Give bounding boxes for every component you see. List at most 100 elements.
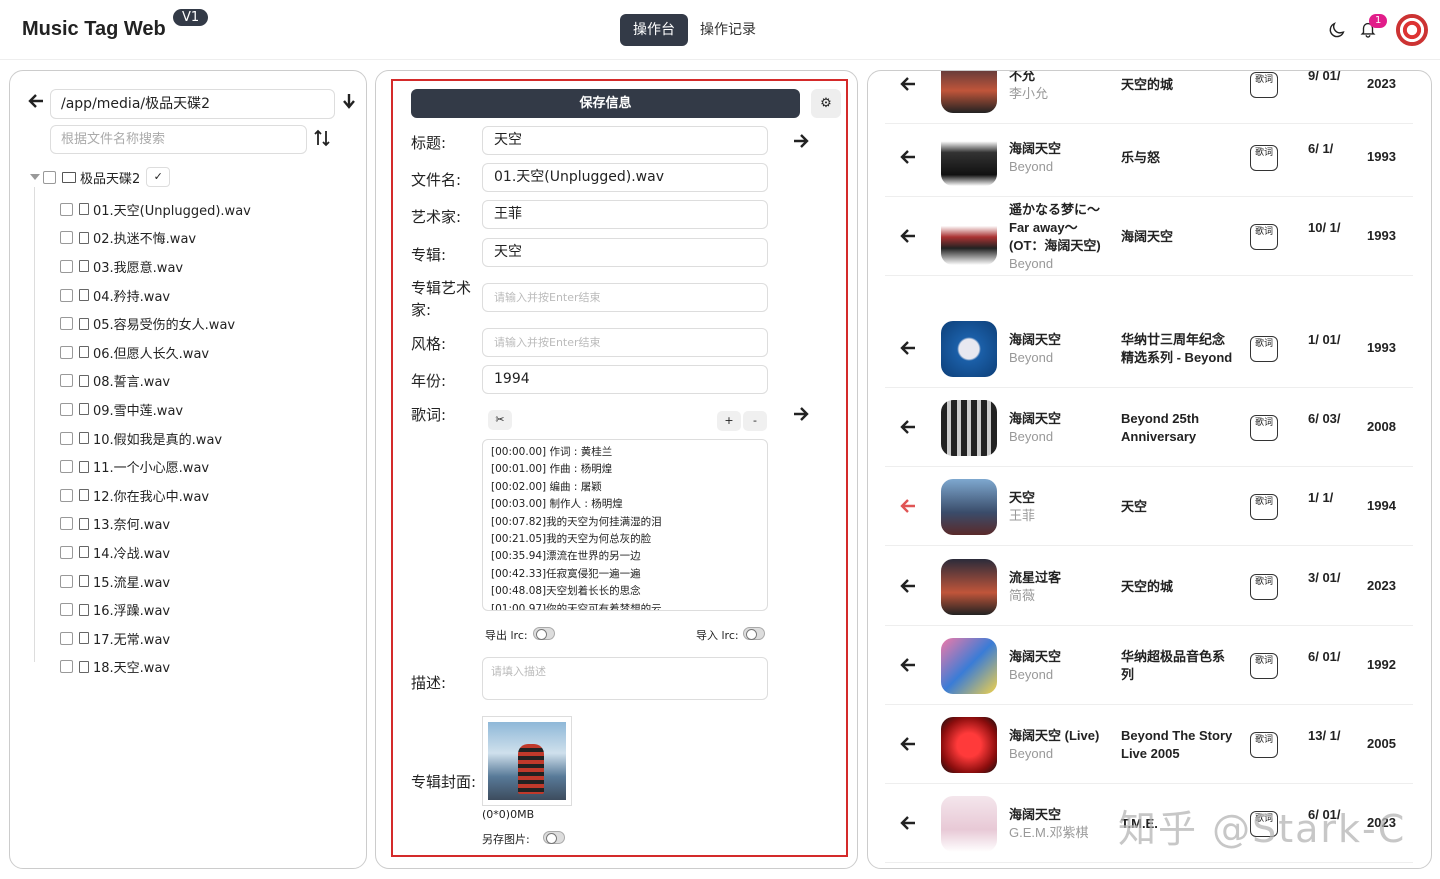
path-input[interactable]: /app/media/极品天碟2 [50,89,335,119]
file-item[interactable]: 02.执迷不悔.wav [60,224,251,253]
gear-icon[interactable]: ⚙ [811,89,841,118]
result-row[interactable]: 天空 王菲 天空 歌词 1/ 1/1994 [885,467,1413,546]
file-item[interactable]: 15.流星.wav [60,567,251,596]
apply-left-arrow-icon[interactable] [900,77,916,91]
file-item[interactable]: 18.天空.wav [60,653,251,682]
apply-left-arrow-icon[interactable] [900,499,916,513]
album-cover[interactable] [482,716,572,806]
lyrics-badge[interactable]: 歌词 [1250,732,1278,758]
file-item[interactable]: 06.但愿人长久.wav [60,338,251,367]
file-item[interactable]: 17.无常.wav [60,624,251,653]
file-item[interactable]: 12.你在我心中.wav [60,481,251,510]
result-row[interactable]: 海阔天空 Beyond 华纳廿三周年纪念精选系列 - Beyond 歌词 1/ 01/1… [885,309,1413,388]
lyrics-badge[interactable]: 歌词 [1250,653,1278,679]
album-artist-field[interactable]: 请输入并按Enter结束 [482,283,768,312]
file-item[interactable]: 13.奈何.wav [60,510,251,539]
apply-left-arrow-icon[interactable] [900,816,916,830]
result-row[interactable]: 遥かなる梦に〜Far away〜(OT：海阔天空) Beyond 海阔天空 歌词 10/… [885,197,1413,276]
file-item[interactable]: 04.矜持.wav [60,281,251,310]
folder-checkbox[interactable] [43,170,56,184]
lyrics-badge[interactable]: 歌词 [1250,494,1278,520]
file-item[interactable]: 14.冷战.wav [60,538,251,567]
sort-icon[interactable] [314,129,330,147]
avatar[interactable] [1396,14,1428,46]
lyrics-badge[interactable]: 歌词 [1250,224,1278,250]
file-item[interactable]: 03.我愿意.wav [60,252,251,281]
lyrics-badge[interactable]: 歌词 [1250,574,1278,600]
lyrics-label: 歌词: [411,406,447,424]
file-checkbox[interactable] [60,345,73,359]
filename-field[interactable]: 01.天空(Unplugged).wav [482,163,768,192]
file-item[interactable]: 16.浮躁.wav [60,595,251,624]
apply-left-arrow-icon[interactable] [900,229,916,243]
apply-left-arrow-icon[interactable] [900,658,916,672]
file-checkbox[interactable] [60,259,73,273]
file-checkbox[interactable] [60,402,73,416]
expand-caret-icon[interactable] [30,174,40,180]
folder-node[interactable]: 极品天碟2 ✓ [30,167,171,187]
lyrics-minus-button[interactable]: - [743,411,767,431]
result-row[interactable]: 海阔天空 Beyond Beyond 25th Anniversary 歌词 6/ 03… [885,388,1413,467]
genre-field[interactable]: 请输入并按Enter结束 [482,328,768,357]
apply-left-arrow-icon[interactable] [900,420,916,434]
result-row[interactable]: 流星过客 简薇 天空的城 歌词 3/ 01/2023 [885,547,1413,626]
file-checkbox[interactable] [60,374,73,388]
file-item[interactable]: 05.容易受伤的女人.wav [60,309,251,338]
result-row[interactable]: 海阔天空 Beyond 乐与怒 歌词 6/ 1/1993 [885,118,1413,197]
result-row[interactable]: 海阔天空 (Live) Beyond Beyond The Story Live 2… [885,705,1413,784]
audio-file-icon [79,231,89,244]
file-checkbox[interactable] [60,603,73,617]
save-image-toggle[interactable] [543,831,565,844]
file-checkbox[interactable] [60,517,73,531]
file-checkbox[interactable] [60,431,73,445]
lyrics-plus-button[interactable]: + [717,411,741,431]
song-year: 1993 [1367,340,1396,355]
lyrics-badge[interactable]: 歌词 [1250,72,1278,98]
save-info-button[interactable]: 保存信息 [411,89,800,118]
album-field[interactable]: 天空 [482,238,768,267]
result-row[interactable]: 海阔天空 Beyond 华纳超极品音色系列 歌词 6/ 01/1992 [885,626,1413,705]
lyrics-badge[interactable]: 歌词 [1250,336,1278,362]
apply-left-arrow-icon[interactable] [900,341,916,355]
lyrics-textarea[interactable]: [00:00.00] 作词 : 黄桂兰 [00:01.00] 作曲 : 杨明煌 … [482,439,768,611]
apply-lyrics-arrow-icon[interactable] [793,406,809,422]
file-checkbox[interactable] [60,631,73,645]
file-checkbox[interactable] [60,574,73,588]
lyrics-line: [00:07.82]我的天空为何挂满湿的泪 [491,515,662,528]
moon-icon[interactable] [1329,20,1347,38]
file-item[interactable]: 08.誓言.wav [60,367,251,396]
tab-console[interactable]: 操作台 [620,14,688,46]
back-arrow-icon[interactable] [28,93,44,109]
lyrics-tool-icon[interactable]: ✂ [488,410,512,430]
lyrics-badge[interactable]: 歌词 [1250,145,1278,171]
apply-left-arrow-icon[interactable] [900,737,916,751]
description-field[interactable]: 请填入描述 [482,657,768,700]
file-checkbox[interactable] [60,488,73,502]
file-item[interactable]: 09.雪中莲.wav [60,395,251,424]
tab-history[interactable]: 操作记录 [687,14,769,46]
year-field[interactable]: 1994 [482,365,768,394]
file-checkbox[interactable] [60,545,73,559]
apply-left-arrow-icon[interactable] [900,579,916,593]
title-field[interactable]: 天空 [482,126,768,155]
file-item[interactable]: 10.假如我是真的.wav [60,424,251,453]
file-item[interactable]: 11.一个小心愿.wav [60,452,251,481]
file-item[interactable]: 01.天空(Unplugged).wav [60,195,251,224]
check-icon[interactable]: ✓ [146,167,171,187]
export-lrc-toggle[interactable] [533,627,555,640]
album-thumbnail [941,638,997,694]
result-row[interactable]: 不允 李小允 天空的城 歌词 9/ 01/2023 [885,71,1413,124]
import-lrc-toggle[interactable] [743,627,765,640]
file-checkbox[interactable] [60,460,73,474]
file-search-input[interactable]: 根据文件名称搜索 [50,125,307,154]
lyrics-badge[interactable]: 歌词 [1250,415,1278,441]
artist-field[interactable]: 王菲 [482,200,768,229]
file-checkbox[interactable] [60,231,73,245]
download-arrow-icon[interactable] [342,93,356,109]
file-checkbox[interactable] [60,202,73,216]
apply-arrow-icon[interactable] [793,133,809,149]
file-checkbox[interactable] [60,288,73,302]
file-checkbox[interactable] [60,317,73,331]
file-checkbox[interactable] [60,660,73,674]
apply-left-arrow-icon[interactable] [900,150,916,164]
